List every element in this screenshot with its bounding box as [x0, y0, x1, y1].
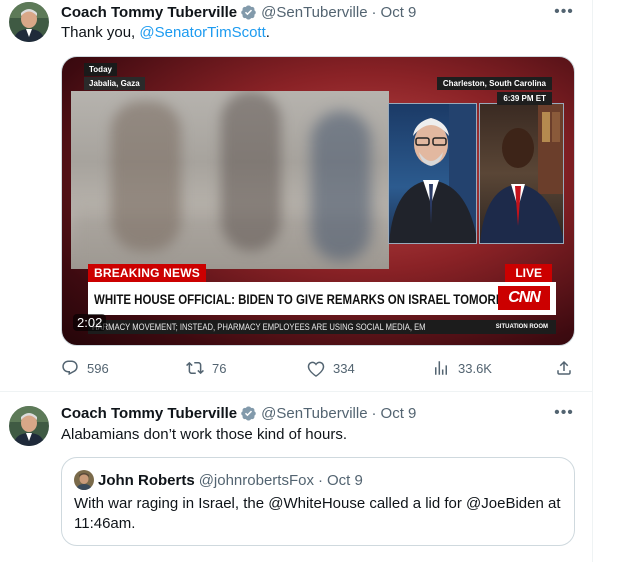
repost-button[interactable]: 76 — [186, 358, 226, 378]
tweet-text-start: Thank you, — [61, 24, 140, 41]
tweet-text-end: . — [265, 24, 270, 41]
tweet-actions: 596 76 334 33.6K — [61, 358, 575, 378]
breaking-news-banner: BREAKING NEWS — [88, 264, 206, 282]
separator-dot: · — [317, 471, 323, 489]
quoted-tweet-text: With war raging in Israel, the @WhiteHou… — [74, 495, 561, 532]
quoted-author-name[interactable]: John Roberts — [98, 472, 195, 489]
today-label: Today — [84, 63, 117, 76]
views-chart-icon — [435, 361, 447, 375]
mention-link[interactable]: @SenatorTimScott — [139, 24, 265, 41]
anchor-feed-image — [388, 103, 477, 244]
views-button[interactable]: 33.6K — [432, 358, 492, 378]
place-label: Jabalia, Gaza — [84, 77, 145, 90]
more-options-icon[interactable]: ••• — [554, 2, 574, 22]
video-duration: 2:02 — [73, 314, 107, 331]
separator-dot: · — [371, 3, 377, 21]
tweet-header: Coach Tommy Tuberville @SenTuberville · … — [61, 2, 416, 22]
tweet-header: Coach Tommy Tuberville @SenTuberville · … — [61, 403, 416, 423]
quoted-tweet-header: John Roberts @johnrobertsFox · Oct 9 — [74, 470, 363, 490]
timestamp[interactable]: Oct 9 — [381, 4, 417, 21]
heart-icon — [307, 361, 325, 377]
tweet-text: Alabamians don’t work those kind of hour… — [61, 426, 347, 443]
quoted-author-handle[interactable]: @johnrobertsFox — [199, 472, 314, 489]
author-name[interactable]: Coach Tommy Tuberville — [61, 4, 237, 21]
location-label: Charleston, South Carolina — [436, 77, 552, 90]
author-name[interactable]: Coach Tommy Tuberville — [61, 405, 237, 422]
avatar[interactable] — [9, 2, 49, 42]
like-button[interactable]: 334 — [307, 358, 355, 378]
news-ticker: HARMACY MOVEMENT; INSTEAD, PHARMACY EMPL… — [88, 320, 556, 334]
quoted-timestamp[interactable]: Oct 9 — [327, 472, 363, 489]
separator-dot: · — [371, 404, 377, 422]
video-player[interactable]: Today Jabalia, Gaza Charleston, South Ca… — [61, 56, 575, 346]
news-ticker-text: HARMACY MOVEMENT; INSTEAD, PHARMACY EMPL… — [92, 322, 426, 332]
chyron-headline-text: WHITE HOUSE OFFICIAL: BIDEN TO GIVE REMA… — [94, 290, 524, 307]
cnn-logo: CNN — [498, 286, 550, 310]
tweet[interactable]: Coach Tommy Tuberville @SenTuberville · … — [0, 392, 592, 562]
reply-icon — [62, 360, 78, 376]
views-count: 33.6K — [458, 360, 492, 376]
show-name-label: SITUATION ROOM — [491, 320, 552, 334]
share-icon — [557, 360, 571, 375]
repost-count: 76 — [212, 360, 227, 376]
share-button[interactable] — [555, 358, 581, 378]
timestamp[interactable]: Oct 9 — [381, 405, 417, 422]
column-divider — [592, 0, 593, 562]
quoted-author-avatar — [74, 470, 94, 490]
government-verified-badge-icon[interactable] — [240, 4, 257, 21]
reply-count: 596 — [87, 360, 109, 376]
avatar[interactable] — [9, 406, 49, 446]
tweet[interactable]: Coach Tommy Tuberville @SenTuberville · … — [0, 0, 592, 392]
gaza-footage-image — [71, 91, 389, 269]
repost-icon — [186, 361, 204, 375]
guest-feed-image — [479, 103, 564, 244]
reply-button[interactable]: 596 — [61, 358, 109, 378]
live-badge: LIVE — [505, 264, 552, 282]
like-count: 334 — [333, 360, 355, 376]
author-handle[interactable]: @SenTuberville — [261, 4, 367, 21]
more-options-icon[interactable]: ••• — [554, 403, 574, 423]
tweet-text: Thank you, @SenatorTimScott. — [61, 23, 270, 43]
broadcast-time-label: 6:39 PM ET — [497, 92, 552, 105]
timeline: Coach Tommy Tuberville @SenTuberville · … — [0, 0, 592, 562]
quoted-tweet[interactable]: John Roberts @johnrobertsFox · Oct 9 Wit… — [61, 457, 575, 546]
chyron-headline: WHITE HOUSE OFFICIAL: BIDEN TO GIVE REMA… — [88, 282, 556, 315]
government-verified-badge-icon[interactable] — [240, 405, 257, 422]
author-handle[interactable]: @SenTuberville — [261, 405, 367, 422]
